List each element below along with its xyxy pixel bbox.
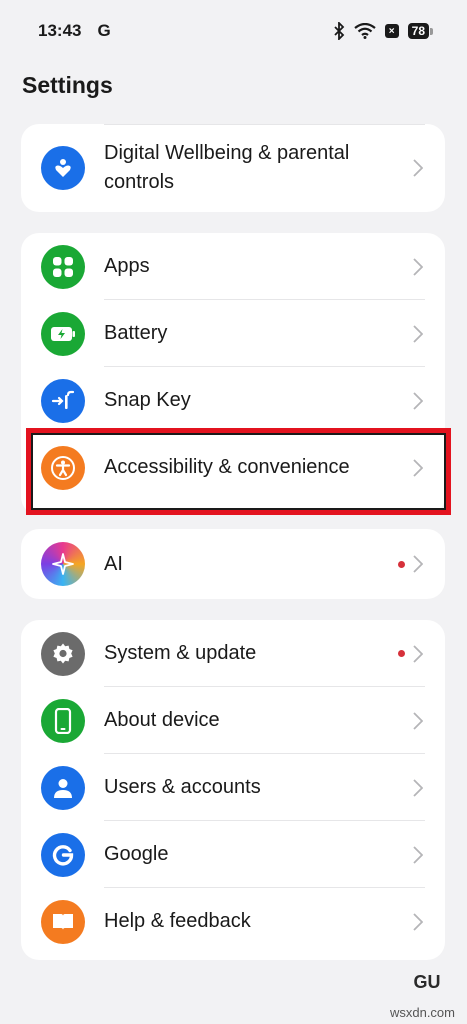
grid-icon xyxy=(41,244,85,289)
gear-icon xyxy=(41,631,85,676)
wifi-icon xyxy=(353,23,376,39)
chevron-right-icon xyxy=(411,324,425,343)
settings-item-label: System & update xyxy=(104,642,257,664)
settings-item-label: Digital Wellbeing & parental controls xyxy=(104,142,350,193)
card-system-group: System & update About device Users & acc… xyxy=(21,620,445,960)
user-icon xyxy=(41,765,85,810)
chevron-right-icon xyxy=(411,845,425,864)
chevron-right-icon xyxy=(411,711,425,730)
snap-key-icon xyxy=(41,378,85,423)
notification-dot xyxy=(398,560,405,568)
card-wellbeing: Digital Wellbeing & parental controls xyxy=(21,124,445,212)
chevron-right-icon xyxy=(411,644,425,663)
settings-item-label: Apps xyxy=(104,255,150,277)
settings-item-battery[interactable]: Battery xyxy=(21,300,445,367)
settings-item-google[interactable]: Google xyxy=(21,821,445,888)
settings-item-help-feedback[interactable]: Help & feedback xyxy=(21,888,445,955)
accessibility-icon xyxy=(41,445,85,490)
settings-item-system-update[interactable]: System & update xyxy=(21,620,445,687)
watermark-text: wsxdn.com xyxy=(389,1005,455,1020)
settings-item-digital-wellbeing[interactable]: Digital Wellbeing & parental controls xyxy=(21,124,445,212)
phone-icon xyxy=(41,698,85,743)
chevron-right-icon xyxy=(411,778,425,797)
sim-blocked-icon: × xyxy=(384,24,399,38)
status-bar: 13:43 G × 78 xyxy=(0,0,467,62)
settings-item-label: AI xyxy=(104,552,123,575)
google-status-icon: G xyxy=(97,21,111,40)
clock: 13:43 xyxy=(38,21,82,40)
chevron-right-icon xyxy=(411,555,425,573)
chevron-right-icon xyxy=(411,391,425,410)
settings-item-users-accounts[interactable]: Users & accounts xyxy=(21,754,445,821)
card-ai: AI xyxy=(21,529,445,599)
settings-item-label: Google xyxy=(104,843,169,865)
heart-person-icon xyxy=(41,146,85,190)
settings-item-snap-key[interactable]: Snap Key xyxy=(21,367,445,434)
google-icon xyxy=(41,832,85,877)
settings-item-label: Users & accounts xyxy=(104,776,261,798)
watermark-logo: GU xyxy=(413,972,441,992)
settings-item-about-device[interactable]: About device xyxy=(21,687,445,754)
ai-sparkle-icon xyxy=(41,542,85,586)
settings-item-ai[interactable]: AI xyxy=(21,529,445,599)
settings-item-label: Help & feedback xyxy=(104,910,251,932)
settings-item-label: Accessibility & convenience xyxy=(104,456,350,478)
settings-item-apps[interactable]: Apps xyxy=(21,233,445,300)
chevron-right-icon xyxy=(411,159,425,177)
card-apps-group: Apps Battery Snap Key Accessibility & co… xyxy=(21,233,445,515)
chevron-right-icon xyxy=(411,257,425,276)
chevron-right-icon xyxy=(411,458,425,477)
book-icon xyxy=(41,899,85,944)
battery-icon xyxy=(41,311,85,356)
settings-item-accessibility[interactable]: Accessibility & convenience xyxy=(21,434,445,501)
notification-dot xyxy=(398,650,405,657)
chevron-right-icon xyxy=(411,912,425,931)
battery-indicator: 78 xyxy=(407,23,434,39)
settings-item-label: Snap Key xyxy=(104,389,191,411)
settings-item-label: Battery xyxy=(104,322,168,344)
settings-item-label: About device xyxy=(104,709,220,731)
page-title: Settings xyxy=(22,72,113,98)
bluetooth-icon xyxy=(334,22,344,40)
